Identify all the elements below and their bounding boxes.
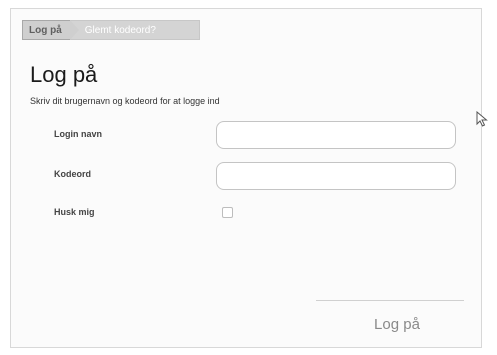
page-title: Log på: [30, 62, 98, 87]
tab-forgot-password[interactable]: Glemt kodeord?: [69, 20, 200, 40]
divider: [316, 300, 464, 301]
tab-login[interactable]: Log på: [22, 20, 79, 40]
remember-me-label: Husk mig: [54, 207, 95, 217]
page-subtitle: Skriv dit brugernavn og kodeord for at l…: [30, 96, 220, 106]
password-input[interactable]: [216, 162, 456, 190]
username-label: Login navn: [54, 129, 102, 139]
username-input[interactable]: [216, 121, 456, 149]
login-button[interactable]: Log på: [342, 309, 452, 339]
password-label: Kodeord: [54, 169, 91, 179]
breadcrumb-tabs: Log på Glemt kodeord?: [22, 20, 200, 40]
mouse-pointer-icon: [476, 111, 488, 127]
remember-me-checkbox[interactable]: [222, 207, 233, 218]
